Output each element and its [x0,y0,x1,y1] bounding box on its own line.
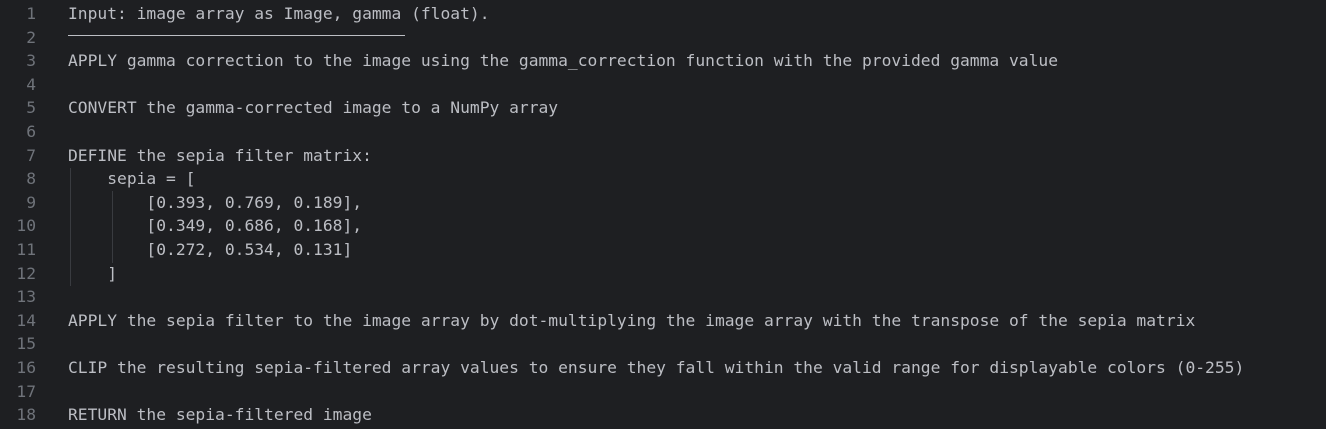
code-line[interactable]: 7 DEFINE the sepia filter matrix: [0,144,1326,168]
line-text[interactable]: ] [68,262,117,286]
code-line[interactable]: 18 RETURN the sepia-filtered image [0,403,1326,427]
line-text[interactable]: [0.349, 0.686, 0.168], [68,214,362,238]
code-line[interactable]: 1 Input: image array as Image, gamma (flo… [0,2,1326,26]
line-number: 14 [16,310,36,330]
code-line[interactable]: 3 APPLY gamma correction to the image usi… [0,49,1326,73]
line-text[interactable]: RETURN the sepia-filtered image [68,403,372,427]
line-number: 13 [16,287,36,307]
code-line[interactable]: 14 APPLY the sepia filter to the image ar… [0,309,1326,333]
line-number: 18 [16,405,36,425]
code-line[interactable]: 2 [0,26,1326,50]
line-text[interactable]: DEFINE the sepia filter matrix: [68,144,372,168]
line-number: 8 [26,169,36,189]
line-text[interactable]: Input: image array as Image, gamma (floa… [68,2,490,26]
line-number: 17 [16,381,36,401]
code-line[interactable]: 8 sepia = [ [0,167,1326,191]
line-number: 7 [26,145,36,165]
code-line[interactable]: 11 [0.272, 0.534, 0.131] [0,238,1326,262]
code-line[interactable]: 17 [0,380,1326,404]
line-number: 15 [16,334,36,354]
line-text[interactable]: APPLY gamma correction to the image usin… [68,49,1058,73]
code-line[interactable]: 10 [0.349, 0.686, 0.168], [0,214,1326,238]
line-text[interactable]: sepia = [ [68,167,195,191]
code-line[interactable]: 4 [0,73,1326,97]
code-line[interactable]: 5 CONVERT the gamma-corrected image to a … [0,96,1326,120]
line-number: 16 [16,358,36,377]
line-text[interactable]: [0.272, 0.534, 0.131] [68,238,352,262]
line-number: 10 [16,216,36,236]
line-text[interactable]: CONVERT the gamma-corrected image to a N… [68,96,558,120]
code-line[interactable]: 15 [0,332,1326,356]
code-editor[interactable]: 1 Input: image array as Image, gamma (flo… [0,0,1326,429]
line-number: 3 [26,51,36,71]
code-line[interactable]: 6 [0,120,1326,144]
code-line[interactable]: 13 [0,285,1326,309]
code-line[interactable]: 9 [0.393, 0.769, 0.189], [0,191,1326,215]
line-text[interactable]: APPLY the sepia filter to the image arra… [68,309,1195,333]
line-text[interactable]: CLIP the resulting sepia-filtered array … [68,356,1244,380]
line-number: 5 [26,98,36,118]
line-number: 6 [26,122,36,141]
line-number: 4 [26,74,36,94]
code-line[interactable]: 16 CLIP the resulting sepia-filtered arra… [0,356,1326,380]
line-number: 9 [26,192,36,212]
line-number: 1 [26,4,36,23]
code-line[interactable]: 12 ] [0,262,1326,286]
line-number: 12 [16,263,36,283]
line-number: 2 [26,27,36,47]
line-text[interactable]: [0.393, 0.769, 0.189], [68,191,362,215]
line-number: 11 [16,240,36,259]
